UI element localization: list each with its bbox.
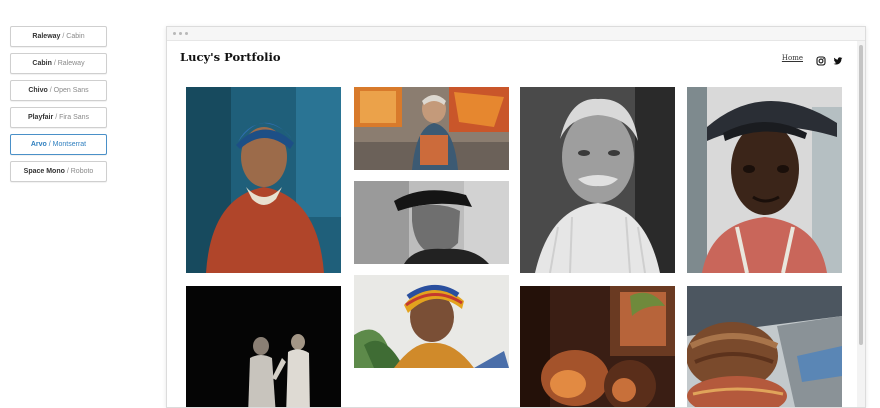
photo-painter-studio[interactable] — [354, 87, 509, 170]
font-pair-separator: / — [49, 87, 52, 94]
font-pair-list: Raleway / Cabin Cabin / Raleway Chivo / … — [10, 26, 107, 188]
photo-warm-interior-chairs[interactable] — [520, 286, 675, 407]
window-dot — [179, 32, 182, 35]
font-pair-separator: / — [66, 168, 69, 175]
font-pair-playfair-firasans[interactable]: Playfair / Fira Sans — [10, 107, 107, 128]
twitter-icon[interactable] — [833, 53, 843, 65]
font-pair-arvo-montserrat[interactable]: Arvo / Montserrat — [10, 134, 107, 155]
photo-young-man-cap[interactable] — [687, 87, 842, 273]
font-pair-heading: Cabin — [32, 60, 52, 67]
photo-man-cap-bw[interactable] — [354, 181, 509, 264]
font-pair-separator: / — [55, 114, 58, 121]
window-dot — [185, 32, 188, 35]
photo-two-men-dark-stage[interactable] — [186, 286, 341, 407]
nav-home-link[interactable]: Home — [782, 54, 803, 62]
scrollbar-thumb[interactable] — [859, 45, 863, 345]
font-pair-body: Cabin — [66, 33, 85, 40]
font-pair-separator: / — [53, 60, 56, 67]
font-pair-heading: Playfair — [27, 114, 54, 121]
font-pair-raleway-cabin[interactable]: Raleway / Cabin — [10, 26, 107, 47]
font-pair-body: Open Sans — [53, 87, 89, 94]
photo-woman-colorful-headwrap[interactable] — [354, 275, 509, 368]
instagram-icon[interactable] — [816, 53, 826, 66]
font-pair-body: Montserrat — [52, 141, 87, 148]
site-title: Lucy's Portfolio — [180, 50, 281, 64]
font-pair-body: Roboto — [70, 168, 94, 175]
font-pair-chivo-opensans[interactable]: Chivo / Open Sans — [10, 80, 107, 101]
font-pair-heading: Space Mono — [23, 168, 65, 175]
font-pair-separator: / — [48, 141, 51, 148]
font-pair-cabin-raleway[interactable]: Cabin / Raleway — [10, 53, 107, 74]
photo-man-white-hair-mustache[interactable] — [520, 87, 675, 273]
browser-scrollbar[interactable] — [857, 41, 865, 407]
font-pair-body: Raleway — [57, 60, 85, 67]
font-pair-separator: / — [62, 33, 65, 40]
window-dot — [173, 32, 176, 35]
font-pair-heading: Raleway — [32, 33, 61, 40]
font-pair-body: Fira Sans — [59, 114, 90, 121]
font-pair-spacemono-roboto[interactable]: Space Mono / Roboto — [10, 161, 107, 182]
font-pair-heading: Arvo — [30, 141, 47, 148]
photo-woman-headscarf-blue-wall[interactable] — [186, 87, 341, 273]
site-nav: Home — [782, 53, 843, 66]
font-pair-heading: Chivo — [28, 87, 48, 94]
browser-toolbar — [167, 27, 865, 41]
browser-preview: Lucy's Portfolio Home — [166, 26, 866, 408]
photo-market-baskets[interactable] — [687, 286, 842, 407]
